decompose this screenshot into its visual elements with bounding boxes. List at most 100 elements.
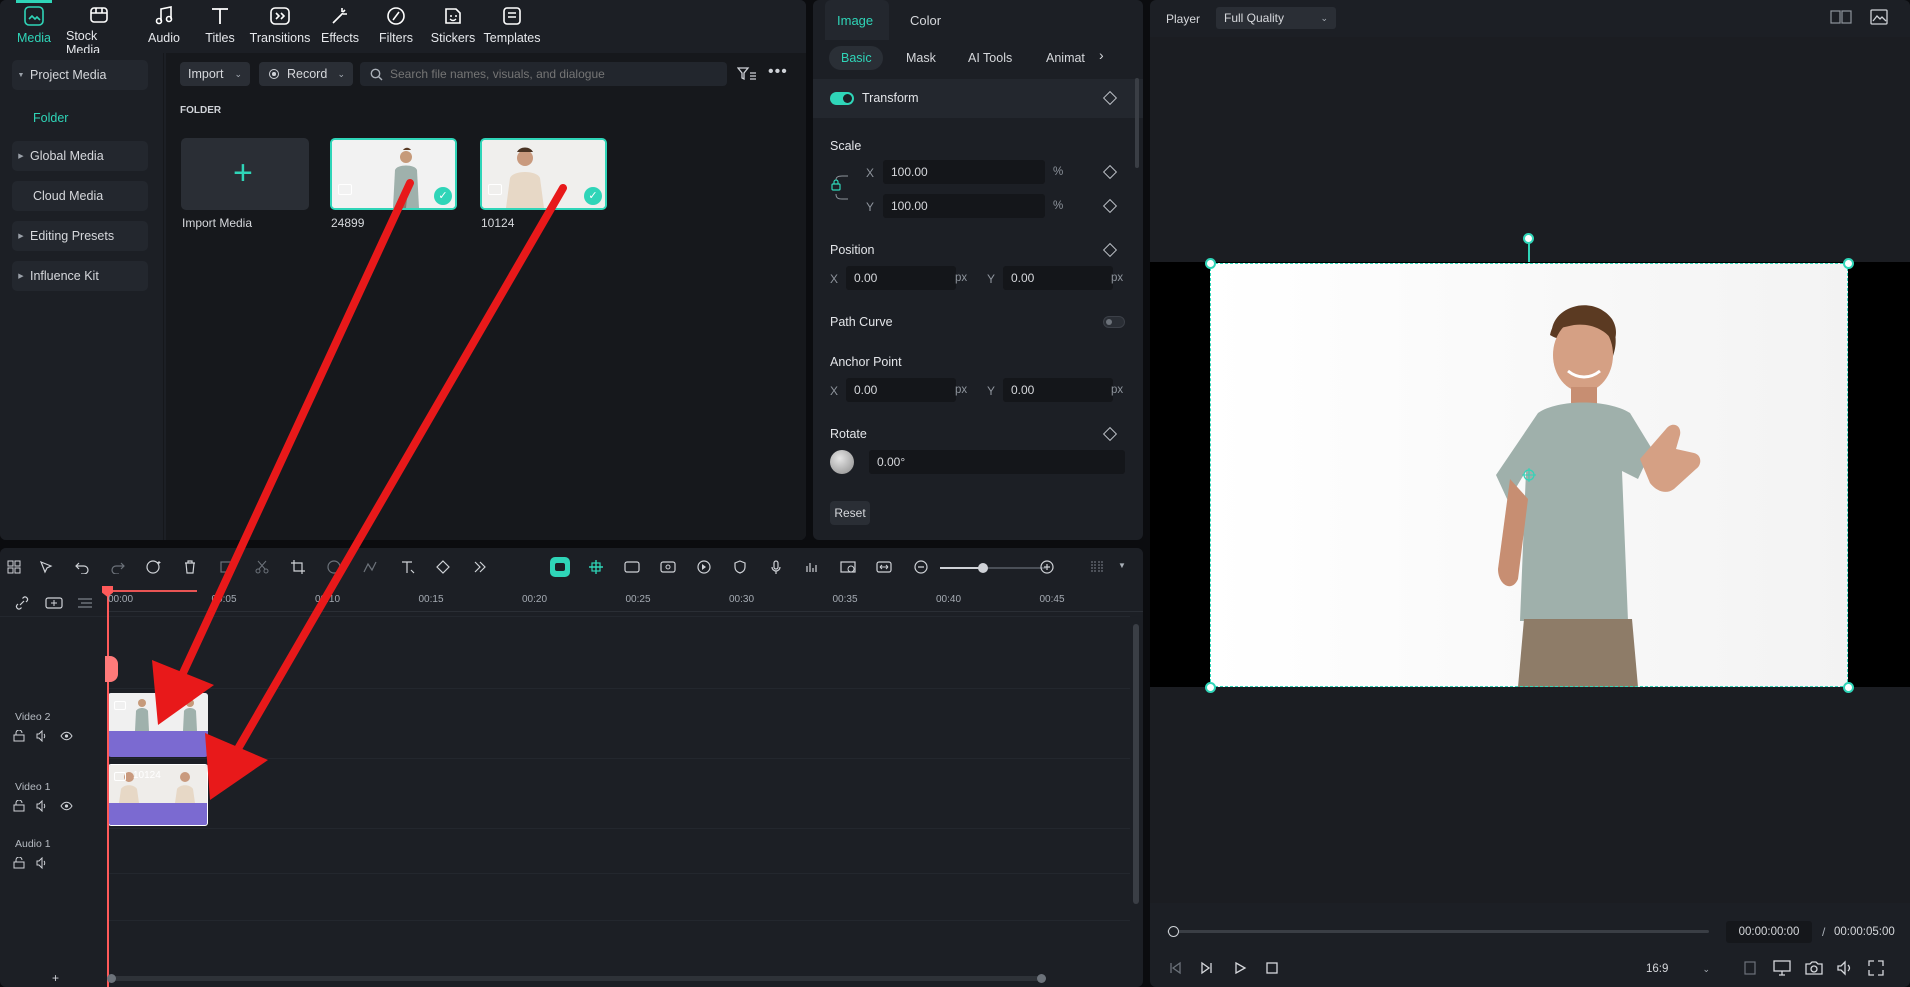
scrollbar-right-handle[interactable] bbox=[1037, 974, 1046, 983]
filter-sort-icon[interactable] bbox=[737, 66, 757, 82]
playback-scrubber[interactable] bbox=[1168, 926, 1179, 937]
keyframe-diamond-icon[interactable] bbox=[1102, 198, 1118, 214]
camera-snapshot-icon[interactable] bbox=[1805, 960, 1823, 976]
snap-magnet-icon[interactable] bbox=[586, 557, 606, 577]
undo-icon[interactable] bbox=[72, 557, 92, 577]
nav-filters[interactable]: Filters bbox=[376, 4, 416, 50]
volume-icon[interactable] bbox=[1836, 960, 1854, 976]
link-icon[interactable] bbox=[15, 596, 29, 610]
mask-shield-icon[interactable] bbox=[730, 557, 750, 577]
media-clip-thumbnail[interactable]: ✓ bbox=[330, 138, 457, 210]
next-frame-icon[interactable] bbox=[1200, 961, 1214, 975]
keyframe-diamond-icon[interactable] bbox=[1102, 426, 1118, 442]
scrollbar-left-handle[interactable] bbox=[107, 974, 116, 983]
scale-x-input[interactable]: 100.00 bbox=[883, 160, 1045, 184]
redo-icon[interactable] bbox=[108, 557, 128, 577]
stop-icon[interactable] bbox=[1265, 961, 1279, 975]
rotate-input[interactable]: 0.00° bbox=[869, 450, 1125, 474]
position-x-input[interactable]: 0.00 bbox=[846, 266, 956, 290]
nav-transitions[interactable]: Transitions bbox=[248, 4, 312, 50]
playback-progress-bar[interactable] bbox=[1167, 930, 1709, 933]
anchor-y-input[interactable]: 0.00 bbox=[1003, 378, 1113, 402]
split-scissors-icon[interactable] bbox=[252, 557, 272, 577]
properties-scrollbar[interactable] bbox=[1135, 78, 1139, 168]
microphone-icon[interactable] bbox=[766, 557, 786, 577]
zoom-out-icon[interactable] bbox=[911, 557, 931, 577]
tab-image[interactable]: Image bbox=[837, 13, 873, 28]
chevron-right-icon[interactable]: › bbox=[1099, 47, 1104, 63]
display-monitor-icon[interactable] bbox=[1773, 960, 1791, 976]
rotate-dial[interactable] bbox=[830, 450, 854, 474]
track-visibility-eye-icon[interactable] bbox=[60, 730, 73, 742]
audio-mixer-icon[interactable] bbox=[802, 557, 822, 577]
zoom-in-icon[interactable] bbox=[1037, 557, 1057, 577]
timeline-clip-video1[interactable]: 10124 bbox=[108, 764, 208, 826]
sidebar-item-cloud-media[interactable]: Cloud Media bbox=[12, 181, 148, 211]
resize-handle-bottom-right[interactable] bbox=[1843, 682, 1854, 693]
crop-frame-icon[interactable] bbox=[288, 557, 308, 577]
fit-timeline-icon[interactable] bbox=[874, 557, 894, 577]
scroll-indicator-tab[interactable] bbox=[105, 656, 118, 682]
anchor-x-input[interactable]: 0.00 bbox=[846, 378, 956, 402]
import-media-tile[interactable]: + bbox=[181, 138, 309, 210]
select-cursor-icon[interactable] bbox=[36, 557, 56, 577]
tab-color[interactable]: Color bbox=[910, 13, 941, 28]
nav-titles[interactable]: Titles bbox=[202, 4, 238, 50]
resize-handle-bottom-left[interactable] bbox=[1205, 682, 1216, 693]
timeline-settings-grid-icon[interactable] bbox=[1087, 557, 1107, 577]
rotate-handle[interactable] bbox=[1523, 233, 1534, 244]
quality-dropdown[interactable]: Full Quality ⌄ bbox=[1216, 7, 1336, 29]
scale-y-input[interactable]: 100.00 bbox=[883, 194, 1045, 218]
mark-in-icon[interactable] bbox=[1744, 961, 1756, 975]
subtab-ai-tools[interactable]: AI Tools bbox=[968, 51, 1012, 65]
nav-media[interactable]: Media bbox=[14, 4, 54, 50]
speed-icon[interactable] bbox=[694, 557, 714, 577]
render-preview-icon[interactable] bbox=[622, 557, 642, 577]
color-palette-icon[interactable] bbox=[324, 557, 344, 577]
track-volume-icon[interactable] bbox=[36, 857, 48, 869]
timeline-horizontal-scrollbar[interactable] bbox=[108, 976, 1046, 981]
scale-lock-icon[interactable] bbox=[830, 170, 850, 210]
import-dropdown[interactable]: Import ⌄ bbox=[180, 62, 250, 86]
sidebar-item-global-media[interactable]: ▶ Global Media bbox=[12, 141, 148, 171]
resize-handle-top-right[interactable] bbox=[1843, 258, 1854, 269]
chevron-down-icon[interactable]: ▼ bbox=[1118, 561, 1126, 570]
add-track-icon[interactable] bbox=[45, 597, 63, 609]
track-volume-icon[interactable] bbox=[36, 800, 48, 812]
nav-templates[interactable]: Templates bbox=[484, 4, 541, 50]
image-snapshot-icon[interactable] bbox=[1870, 9, 1888, 25]
search-input[interactable] bbox=[390, 67, 710, 81]
transform-toggle[interactable] bbox=[830, 92, 854, 105]
resize-handle-top-left[interactable] bbox=[1205, 258, 1216, 269]
keyframe-tool-icon[interactable] bbox=[434, 557, 454, 577]
track-volume-icon[interactable] bbox=[36, 730, 48, 742]
anchor-crosshair-icon[interactable] bbox=[1522, 468, 1536, 482]
sidebar-item-folder[interactable]: Folder bbox=[33, 111, 68, 125]
subtab-mask[interactable]: Mask bbox=[906, 51, 936, 65]
track-lock-icon[interactable] bbox=[13, 857, 25, 869]
nav-stickers[interactable]: Stickers bbox=[430, 4, 476, 50]
add-track-plus-icon[interactable]: + bbox=[52, 971, 59, 985]
play-icon[interactable] bbox=[1233, 961, 1247, 975]
subtab-animation[interactable]: Animat bbox=[1046, 51, 1096, 65]
auto-reframe-icon[interactable] bbox=[838, 557, 858, 577]
path-curve-toggle[interactable] bbox=[1103, 316, 1125, 328]
subtab-basic[interactable]: Basic bbox=[841, 51, 872, 65]
timeline-vertical-scrollbar[interactable] bbox=[1133, 624, 1139, 904]
delete-trash-icon[interactable] bbox=[180, 557, 200, 577]
compare-view-icon[interactable] bbox=[1830, 10, 1852, 24]
track-lock-icon[interactable] bbox=[13, 730, 25, 742]
track-visibility-eye-icon[interactable] bbox=[60, 800, 73, 812]
nav-effects[interactable]: Effects bbox=[318, 4, 362, 50]
media-clip-thumbnail[interactable]: ✓ bbox=[480, 138, 607, 210]
more-options-icon[interactable]: ••• bbox=[768, 63, 788, 81]
more-tools-chevron-icon[interactable] bbox=[470, 557, 490, 577]
auto-ripple-icon[interactable] bbox=[550, 557, 570, 577]
keyframe-diamond-icon[interactable] bbox=[1102, 242, 1118, 258]
text-title-icon[interactable] bbox=[398, 557, 418, 577]
nav-audio[interactable]: Audio bbox=[144, 4, 184, 50]
zoom-slider-thumb[interactable] bbox=[978, 563, 988, 573]
layout-grid-icon[interactable] bbox=[4, 557, 24, 577]
sidebar-item-editing-presets[interactable]: ▶ Editing Presets bbox=[12, 221, 148, 251]
audio-stretch-icon[interactable] bbox=[360, 557, 380, 577]
